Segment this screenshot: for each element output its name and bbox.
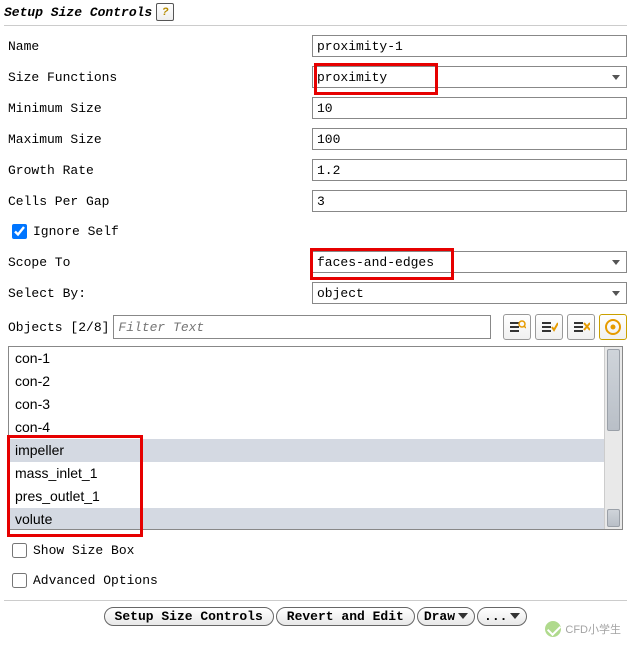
row-min-size: Minimum Size <box>4 97 627 119</box>
list-item[interactable]: con-2 <box>9 370 604 393</box>
list-item[interactable]: con-3 <box>9 393 604 416</box>
row-name: Name <box>4 35 627 57</box>
list-item[interactable]: volute <box>9 508 604 529</box>
setup-size-controls-button[interactable]: Setup Size Controls <box>104 607 274 626</box>
revert-and-edit-button[interactable]: Revert and Edit <box>276 607 415 626</box>
row-ignore-self: Ignore Self <box>4 221 627 242</box>
label-name: Name <box>4 39 312 54</box>
row-scope-to: Scope To faces-and-edges <box>4 251 627 273</box>
scroll-thumb-top[interactable] <box>607 349 620 431</box>
label-max-size: Maximum Size <box>4 132 312 147</box>
target-button[interactable] <box>599 314 627 340</box>
deselect-all-button[interactable] <box>567 314 595 340</box>
label-ignore-self: Ignore Self <box>33 224 119 239</box>
row-size-functions: Size Functions proximity <box>4 66 627 88</box>
max-size-field[interactable] <box>312 128 627 150</box>
filter-toggle-button[interactable] <box>503 314 531 340</box>
row-cells-per-gap: Cells Per Gap <box>4 190 627 212</box>
objects-header: Objects [2/8] <box>4 314 627 340</box>
list-check-icon <box>540 319 558 335</box>
size-functions-dropdown[interactable]: proximity <box>312 66 627 88</box>
select-by-value: object <box>317 286 364 301</box>
list-item[interactable]: impeller <box>9 439 604 462</box>
label-advanced-options: Advanced Options <box>33 573 158 588</box>
target-icon <box>604 318 622 336</box>
show-size-box-checkbox[interactable] <box>12 543 27 558</box>
label-size-functions: Size Functions <box>4 70 312 85</box>
draw-button-label: Draw <box>424 609 455 624</box>
row-max-size: Maximum Size <box>4 128 627 150</box>
size-functions-value: proximity <box>317 70 387 85</box>
objects-heading: Objects [2/8] <box>8 320 109 335</box>
chevron-down-icon <box>458 613 468 621</box>
panel-header: Setup Size Controls ? <box>4 0 627 26</box>
list-item[interactable]: con-1 <box>9 347 604 370</box>
scope-to-dropdown[interactable]: faces-and-edges <box>312 251 627 273</box>
select-by-dropdown[interactable]: object <box>312 282 627 304</box>
name-field[interactable] <box>312 35 627 57</box>
label-show-size-box: Show Size Box <box>33 543 134 558</box>
select-all-button[interactable] <box>535 314 563 340</box>
panel-title: Setup Size Controls <box>4 5 152 20</box>
label-cells-per-gap: Cells Per Gap <box>4 194 312 209</box>
objects-listbox[interactable]: con-1con-2con-3con-4impellermass_inlet_1… <box>8 346 623 530</box>
scroll-thumb-bottom[interactable] <box>607 509 620 527</box>
label-min-size: Minimum Size <box>4 101 312 116</box>
ignore-self-checkbox[interactable] <box>12 224 27 239</box>
row-select-by: Select By: object <box>4 282 627 304</box>
list-x-icon <box>572 319 590 335</box>
label-growth-rate: Growth Rate <box>4 163 312 178</box>
label-scope-to: Scope To <box>4 255 312 270</box>
cells-per-gap-field[interactable] <box>312 190 627 212</box>
scope-to-value: faces-and-edges <box>317 255 434 270</box>
filter-lines-icon <box>508 319 526 335</box>
growth-rate-field[interactable] <box>312 159 627 181</box>
setup-size-controls-panel: Setup Size Controls ? Name Size Function… <box>0 0 631 667</box>
row-growth-rate: Growth Rate <box>4 159 627 181</box>
objects-filter-input[interactable] <box>113 315 491 339</box>
row-show-size-box: Show Size Box <box>4 540 627 561</box>
row-advanced-options: Advanced Options <box>4 570 627 591</box>
footer-options: Show Size Box Advanced Options <box>4 540 627 591</box>
list-item[interactable]: con-4 <box>9 416 604 439</box>
draw-button[interactable]: Draw <box>417 607 475 626</box>
objects-scrollbar[interactable] <box>604 347 622 529</box>
list-item[interactable]: mass_inlet_1 <box>9 462 604 485</box>
help-icon[interactable]: ? <box>156 3 174 21</box>
list-item[interactable]: pres_outlet_1 <box>9 485 604 508</box>
label-select-by: Select By: <box>4 286 312 301</box>
advanced-options-checkbox[interactable] <box>12 573 27 588</box>
more-button[interactable]: ... <box>477 607 527 626</box>
min-size-field[interactable] <box>312 97 627 119</box>
bottom-button-bar: Setup Size Controls Revert and Edit Draw… <box>4 600 627 626</box>
more-button-label: ... <box>484 609 507 624</box>
chevron-down-icon <box>510 613 520 621</box>
